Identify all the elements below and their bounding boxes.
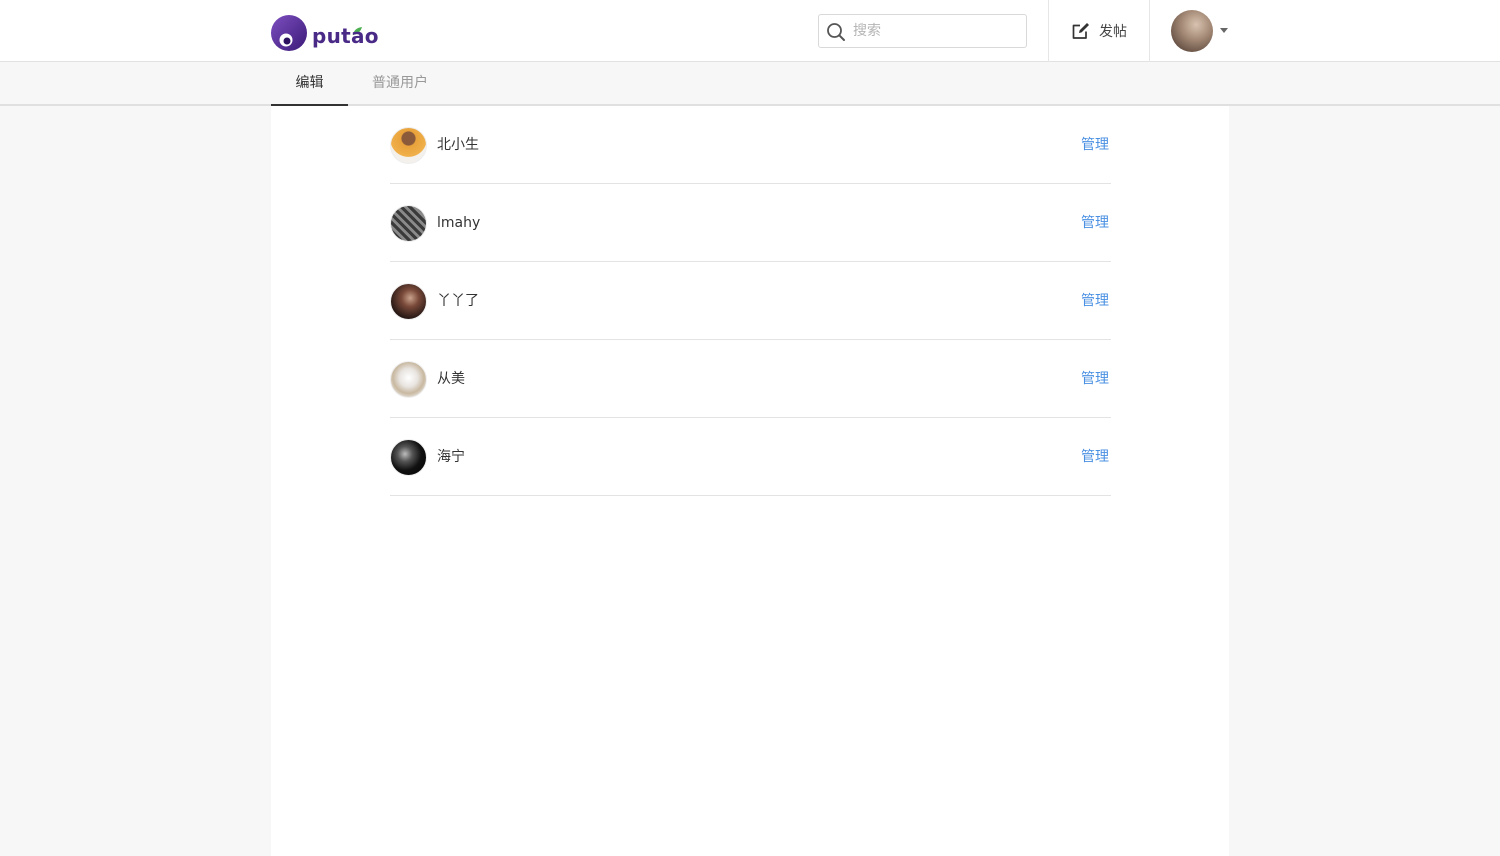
post-button[interactable]: 发帖 [1049, 0, 1149, 62]
list-item: 北小生 管理 [390, 106, 1111, 184]
search-input[interactable] [851, 19, 1021, 43]
manage-link[interactable]: 管理 [1081, 369, 1109, 389]
user-list: 北小生 管理 lmahy 管理 丫丫了 管理 从美 管理 海宁 管理 [390, 106, 1111, 496]
post-button-label: 发帖 [1099, 24, 1127, 40]
grape-logo-icon [271, 15, 307, 51]
putao-logo[interactable]: putao [270, 12, 380, 52]
user-name[interactable]: 从美 [437, 369, 465, 389]
list-item: lmahy 管理 [390, 184, 1111, 262]
main-content: 北小生 管理 lmahy 管理 丫丫了 管理 从美 管理 海宁 管理 [271, 106, 1229, 856]
avatar[interactable] [390, 205, 427, 242]
list-item: 丫丫了 管理 [390, 262, 1111, 340]
avatar[interactable] [390, 283, 427, 320]
user-menu[interactable] [1150, 0, 1240, 62]
avatar[interactable] [390, 439, 427, 476]
list-item: 从美 管理 [390, 340, 1111, 418]
list-item: 海宁 管理 [390, 418, 1111, 496]
edit-icon [1072, 23, 1089, 39]
search-icon[interactable] [826, 22, 846, 42]
user-name[interactable]: 丫丫了 [437, 291, 479, 311]
manage-link[interactable]: 管理 [1081, 213, 1109, 233]
chevron-down-icon[interactable] [1220, 28, 1228, 33]
avatar[interactable] [390, 361, 427, 398]
user-name[interactable]: 海宁 [437, 447, 465, 467]
avatar[interactable] [390, 127, 427, 164]
manage-link[interactable]: 管理 [1081, 291, 1109, 311]
user-name[interactable]: lmahy [437, 213, 480, 233]
tab-edit[interactable]: 编辑 [271, 62, 348, 106]
avatar[interactable] [1171, 10, 1213, 52]
user-name[interactable]: 北小生 [437, 135, 479, 155]
tab-normal-users[interactable]: 普通用户 [352, 62, 448, 106]
top-header: putao 发帖 [0, 0, 1500, 62]
search-box[interactable] [818, 14, 1027, 48]
manage-link[interactable]: 管理 [1081, 135, 1109, 155]
tabs-bar: 编辑 普通用户 [0, 62, 1500, 106]
logo-text: putao [312, 24, 379, 48]
manage-link[interactable]: 管理 [1081, 447, 1109, 467]
